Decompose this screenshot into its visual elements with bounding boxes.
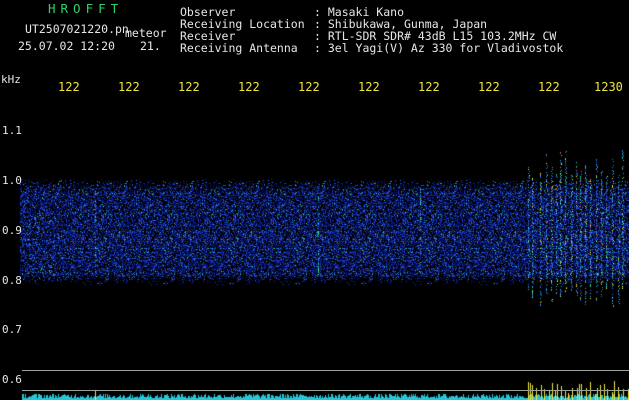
spectrogram-canvas	[0, 0, 629, 400]
filename-suffix: meteor	[125, 26, 167, 40]
x-tick-8: 122	[478, 80, 500, 94]
x-tick-6: 122	[358, 80, 380, 94]
filename-label: UT2507021220.pn	[25, 22, 129, 36]
brand-title: HROFFT	[48, 1, 124, 16]
x-tick-2: 122	[118, 80, 140, 94]
spectrogram-window: HROFFT UT2507021220.pn meteor 25.07.02 1…	[0, 0, 629, 400]
y-tick-1-1: 1.1	[2, 124, 22, 137]
info-value-antenna: : 3el Yagi(V) Az 330 for Vladivostok	[314, 41, 564, 55]
baseline-separator-bottom	[22, 390, 629, 391]
baseline-separator-top	[22, 370, 629, 371]
x-tick-10: 1230	[594, 80, 623, 94]
x-tick-3: 122	[178, 80, 200, 94]
x-tick-5: 122	[298, 80, 320, 94]
count-label: 21.	[140, 39, 161, 53]
x-tick-4: 122	[238, 80, 260, 94]
y-tick-0-9: 0.9	[2, 224, 22, 237]
y-tick-0-6: 0.6	[2, 373, 22, 386]
datetime-label: 25.07.02 12:20	[18, 39, 115, 53]
x-tick-7: 122	[418, 80, 440, 94]
y-tick-1-0: 1.0	[2, 174, 22, 187]
info-label-antenna: Receiving Antenna	[180, 41, 298, 55]
y-tick-0-7: 0.7	[2, 323, 22, 336]
x-tick-9: 122	[538, 80, 560, 94]
y-axis-unit: kHz	[1, 73, 21, 86]
x-tick-1: 122	[58, 80, 80, 94]
y-tick-0-8: 0.8	[2, 274, 22, 287]
